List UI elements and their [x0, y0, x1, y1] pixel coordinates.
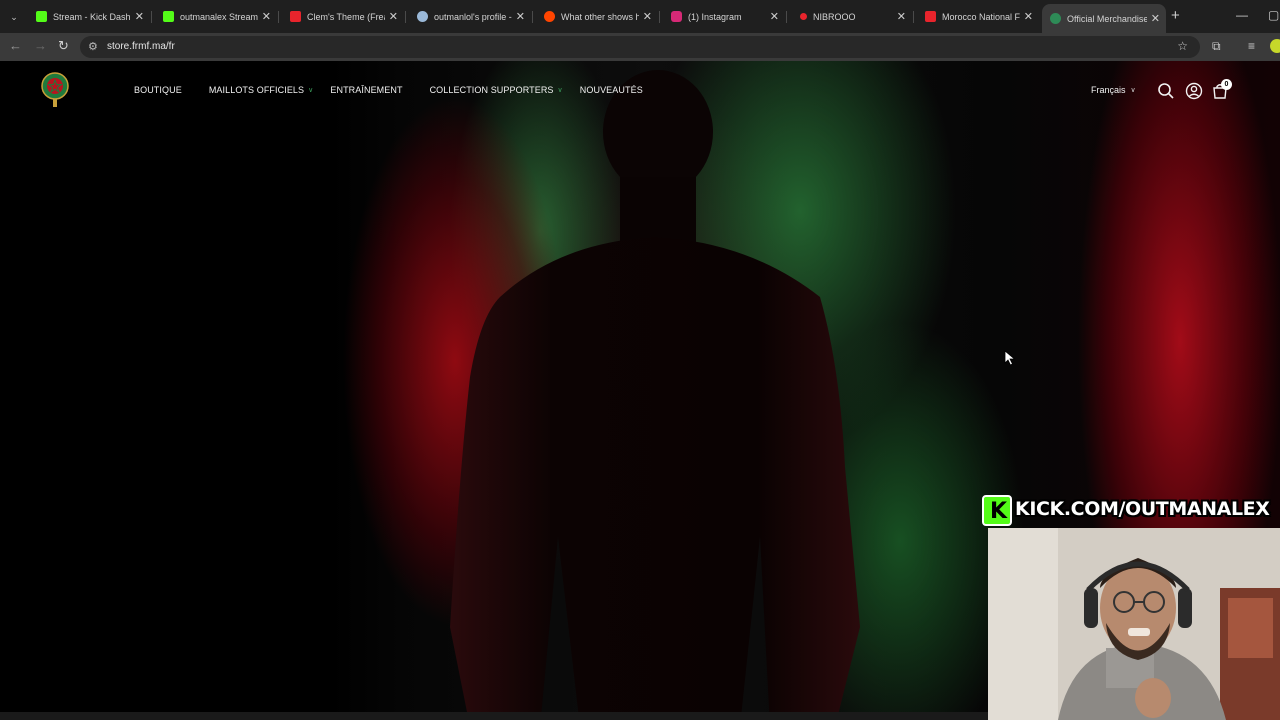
new-tab-plus-icon[interactable]: + — [1171, 7, 1180, 24]
nav-item-nouveautes[interactable]: NOUVEAUTÉS — [580, 85, 643, 95]
site-header: BOUTIQUE MAILLOTS OFFICIELS ∨ ENTRAÎNEME… — [0, 61, 1280, 121]
kick-favicon-icon — [163, 11, 174, 22]
nav-item-maillots-officiels[interactable]: MAILLOTS OFFICIELS ∨ — [209, 85, 314, 95]
back-arrow-icon[interactable]: ← — [9, 38, 22, 53]
browser-tab[interactable]: Morocco National Fo ✕ — [917, 5, 1039, 28]
browser-tab[interactable]: NIBROOO ✕ — [790, 5, 912, 28]
close-tab-icon[interactable]: ✕ — [135, 10, 144, 23]
record-favicon-icon — [800, 13, 807, 20]
address-bar[interactable]: ⚙ store.frmf.ma/fr ☆ — [80, 36, 1200, 58]
nav-label: MAILLOTS OFFICIELS — [208, 85, 305, 95]
tab-divider — [405, 11, 406, 23]
forward-arrow-icon[interactable]: → — [34, 38, 47, 53]
extensions-puzzle-icon[interactable]: ⧉ — [1212, 39, 1221, 54]
tab-title: (1) Instagram — [688, 11, 742, 22]
cart-count-badge: 0 — [1221, 79, 1232, 90]
bookmark-star-icon[interactable]: ☆ — [1177, 39, 1188, 53]
account-icon[interactable] — [1185, 82, 1203, 100]
url-text[interactable]: store.frmf.ma/fr — [107, 41, 175, 52]
tab-divider — [151, 11, 152, 23]
tab-divider — [786, 11, 787, 23]
browser-tab[interactable]: outmanlol's profile - ✕ — [409, 5, 531, 28]
chevron-down-icon: ∨ — [1130, 87, 1136, 94]
close-tab-icon[interactable]: ✕ — [897, 10, 906, 23]
reddit-favicon-icon — [544, 11, 555, 22]
browser-tab[interactable]: Stream - Kick Dashbo ✕ — [28, 5, 150, 28]
tab-title: What other shows ha — [561, 11, 639, 22]
tab-search-chevron-icon[interactable]: ⌄ — [5, 8, 23, 26]
frmf-logo[interactable] — [40, 72, 70, 108]
mouse-cursor-icon — [1004, 350, 1016, 366]
nav-item-boutique[interactable]: BOUTIQUE — [134, 85, 182, 95]
close-tab-icon[interactable]: ✕ — [1151, 12, 1160, 25]
tab-title: Clem's Theme (Freak — [307, 11, 385, 22]
chevron-down-icon: ∨ — [308, 87, 314, 94]
instagram-favicon-icon — [671, 11, 682, 22]
profile-favicon-icon — [417, 11, 428, 22]
browser-toolbar: ← → ↻ ⚙ store.frmf.ma/fr ☆ ⧉ ≡ — [0, 33, 1280, 61]
nav-label: COLLECTION SUPPORTERS — [429, 85, 554, 95]
nav-label: BOUTIQUE — [134, 85, 182, 95]
site-settings-icon[interactable]: ⚙ — [88, 40, 98, 53]
kick-channel-url: KICK.COM/OUTMANALEX — [1015, 498, 1270, 520]
tab-title: Stream - Kick Dashbo — [53, 11, 131, 22]
kick-favicon-icon — [36, 11, 47, 22]
tab-divider — [659, 11, 660, 23]
frmf-favicon-icon — [1050, 13, 1061, 24]
kick-logo-icon: K — [982, 495, 1012, 526]
close-tab-icon[interactable]: ✕ — [389, 10, 398, 23]
tab-title: Morocco National Fo — [942, 11, 1020, 22]
tab-title: Official Merchandise — [1067, 13, 1147, 24]
close-tab-icon[interactable]: ✕ — [1024, 10, 1033, 23]
tab-divider — [278, 11, 279, 23]
news-favicon-icon — [925, 11, 936, 22]
close-tab-icon[interactable]: ✕ — [262, 10, 271, 23]
minimize-window-icon[interactable]: — — [1236, 8, 1248, 22]
webcam-person-image — [988, 528, 1280, 720]
close-tab-icon[interactable]: ✕ — [516, 10, 525, 23]
reading-list-icon[interactable]: ≡ — [1248, 39, 1255, 53]
nav-label: ENTRAÎNEMENT — [330, 85, 403, 95]
browser-tab[interactable]: What other shows ha ✕ — [536, 5, 658, 28]
browser-tab-strip: ⌄ Stream - Kick Dashbo ✕ outmanalex Stre… — [0, 0, 1280, 33]
close-tab-icon[interactable]: ✕ — [770, 10, 779, 23]
close-tab-icon[interactable]: ✕ — [643, 10, 652, 23]
browser-tab[interactable]: (1) Instagram ✕ — [663, 5, 785, 28]
browser-tab[interactable]: Clem's Theme (Freak ✕ — [282, 5, 404, 28]
main-navigation: BOUTIQUE MAILLOTS OFFICIELS ∨ ENTRAÎNEME… — [134, 85, 643, 95]
nav-label: NOUVEAUTÉS — [579, 85, 643, 95]
reload-icon[interactable]: ↻ — [58, 38, 69, 54]
browser-tab[interactable]: outmanalex Stream - ✕ — [155, 5, 277, 28]
search-icon[interactable] — [1157, 82, 1175, 100]
chevron-down-icon: ∨ — [557, 87, 563, 94]
tab-title: outmanlol's profile - — [434, 11, 512, 22]
bottom-edge-bar — [0, 712, 988, 720]
youtube-favicon-icon — [290, 11, 301, 22]
tab-divider — [532, 11, 533, 23]
profile-avatar[interactable] — [1270, 39, 1280, 53]
nav-item-collection-supporters[interactable]: COLLECTION SUPPORTERS ∨ — [430, 85, 563, 95]
language-selector[interactable]: Français ∨ — [1091, 85, 1136, 95]
browser-tab-active[interactable]: Official Merchandise ✕ — [1042, 4, 1166, 33]
tab-title: outmanalex Stream - — [180, 11, 258, 22]
maximize-window-icon[interactable]: ▢ — [1268, 8, 1279, 22]
tab-divider — [913, 11, 914, 23]
language-label: Français — [1091, 85, 1126, 95]
webcam-feed — [988, 528, 1280, 720]
nav-item-entrainement[interactable]: ENTRAÎNEMENT — [330, 85, 402, 95]
hero-player-silhouette — [450, 70, 860, 720]
tab-title: NIBROOO — [813, 11, 856, 22]
kick-channel-banner: K KICK.COM/OUTMANALEX — [982, 495, 1272, 526]
